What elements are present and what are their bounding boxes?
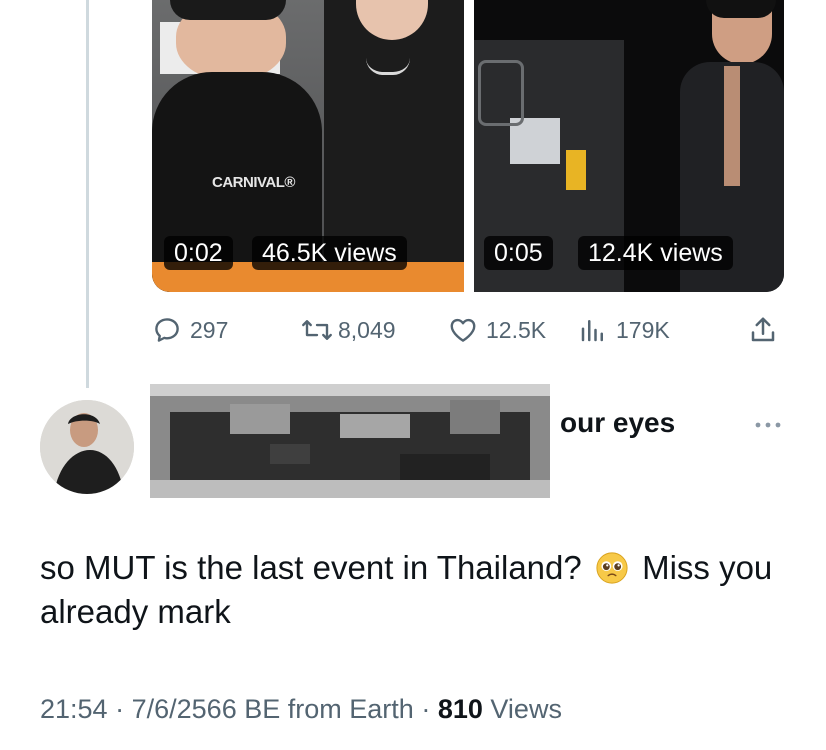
view-count: 179K [616, 316, 670, 343]
pleading-face-icon [596, 552, 628, 584]
separator-dot: · [115, 694, 125, 724]
video-2-views: 12.4K views [578, 236, 733, 270]
tweet-source: from Earth [287, 694, 414, 724]
display-name-suffix: our eyes [560, 407, 676, 438]
views-button[interactable]: 179K [578, 310, 670, 350]
like-button[interactable]: 12.5K [448, 310, 546, 350]
repost-button[interactable]: 8,049 [300, 310, 396, 350]
tweet-metadata: 21:54 · 7/6/2566 BE from Earth · 810 Vie… [40, 694, 562, 725]
analytics-icon [581, 320, 603, 342]
camera-handle [478, 60, 524, 126]
share-icon [751, 317, 775, 342]
repost-count: 8,049 [338, 316, 396, 343]
repost-icon [302, 320, 332, 340]
person-hair [170, 0, 286, 20]
reply-icon [155, 318, 179, 342]
engagement-bar: 297 8,049 12.5K 179K [152, 310, 792, 350]
media-grid[interactable]: CARNIVAL® 0:02 46.5K views 0:05 12.4K vi… [152, 0, 784, 292]
tweet-time[interactable]: 21:54 [40, 694, 108, 724]
reply-count: 297 [190, 316, 229, 343]
reply-button[interactable]: 297 [152, 310, 228, 350]
tweet-view-count: 810 [437, 694, 483, 724]
video-2-duration: 0:05 [484, 236, 553, 270]
separator-dot: · [421, 694, 431, 724]
tweet-text: so MUT is the last event in Thailand? Mi… [40, 546, 780, 634]
profile-photo [40, 400, 134, 494]
tweet-text-part1: so MUT is the last event in Thailand? [40, 549, 582, 586]
heart-icon [450, 318, 476, 342]
shirt-print: CARNIVAL® [212, 174, 295, 191]
like-count: 12.5K [486, 316, 547, 343]
share-button[interactable] [748, 310, 778, 350]
more-icon [755, 422, 781, 428]
model-chest [724, 66, 740, 186]
redacted-username [150, 384, 550, 498]
avatar[interactable] [40, 400, 134, 494]
model-hair [706, 0, 776, 18]
tweet-date[interactable]: 7/6/2566 BE [132, 694, 281, 724]
video-1-duration: 0:02 [164, 236, 233, 270]
more-options-button[interactable] [748, 410, 788, 440]
video-thumbnail-1[interactable]: CARNIVAL® 0:02 46.5K views [152, 0, 464, 292]
video-1-views: 46.5K views [252, 236, 407, 270]
camera-battery [566, 150, 586, 190]
thread-line [86, 0, 89, 388]
tweet-view-label: Views [490, 694, 562, 724]
video-thumbnail-2[interactable]: 0:05 12.4K views [474, 0, 784, 292]
